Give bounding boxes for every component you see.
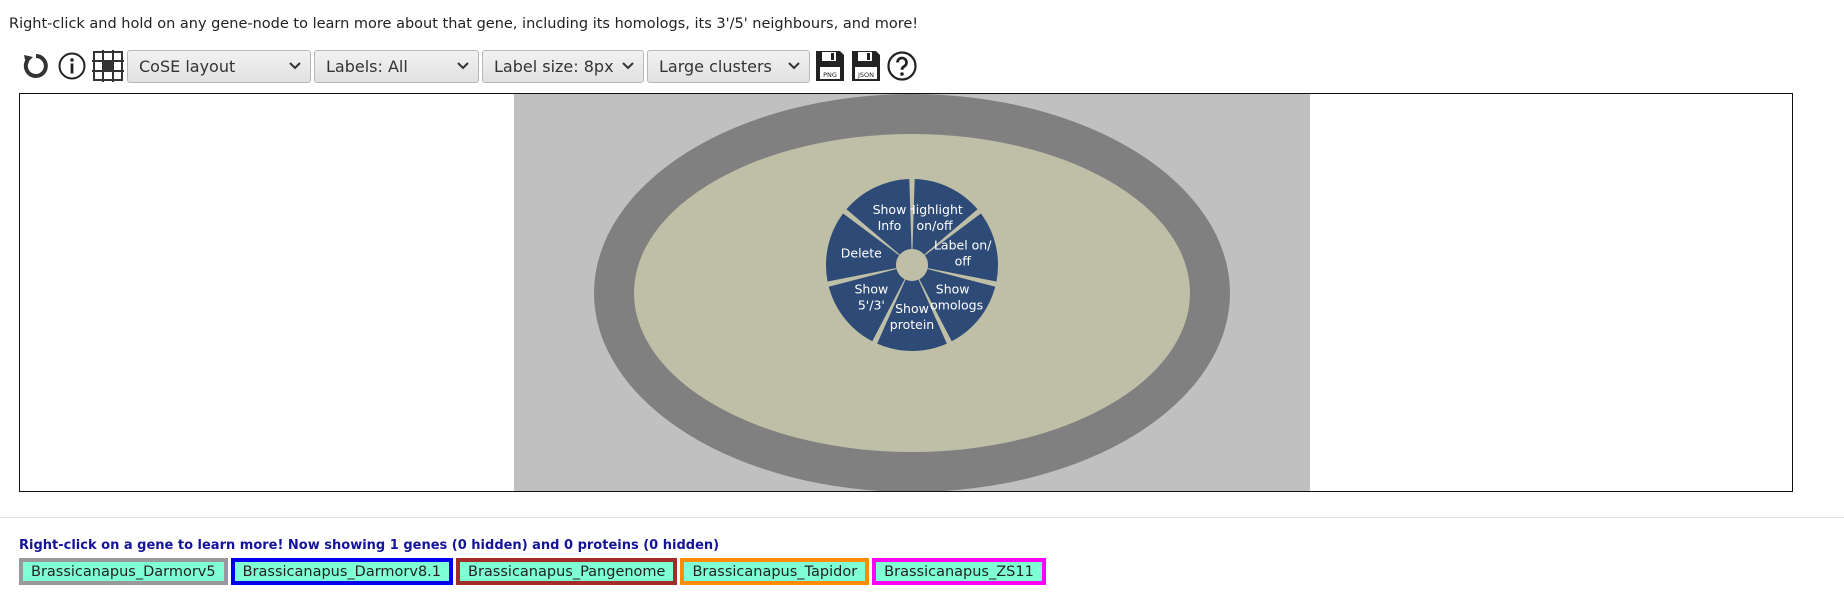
graph-canvas[interactable]: Highlight on/off Label on/off Show homologs S… xyxy=(19,93,1793,492)
png-label: PNG xyxy=(823,71,837,79)
save-png-button[interactable]: PNG xyxy=(813,49,847,83)
legend-chip[interactable]: Brassicanapus_Darmorv8.1 xyxy=(230,558,454,585)
json-label: JSON xyxy=(857,71,874,79)
info-icon[interactable] xyxy=(55,49,89,83)
menu-label-show-protein: protein xyxy=(890,317,934,332)
chevron-down-icon xyxy=(457,62,469,70)
menu-label-show-neighbours: Show xyxy=(854,281,888,296)
refresh-icon[interactable] xyxy=(19,49,53,83)
grid-icon[interactable] xyxy=(91,49,125,83)
menu-label-show-homologs: Show xyxy=(936,281,970,296)
floppy-disk-icon: PNG xyxy=(816,51,844,81)
legend-chip[interactable]: Brassicanapus_Pangenome xyxy=(456,558,678,585)
status-text: Right-click on a gene to learn more! Now… xyxy=(19,538,720,553)
chevron-down-icon xyxy=(289,62,301,70)
gene-network: Highlighton/offLabel on/offShowhomologsS… xyxy=(594,94,1230,491)
graph-stage: Highlight on/off Label on/off Show homologs S… xyxy=(514,94,1310,491)
menu-label-show-info: Show xyxy=(873,202,907,217)
menu-hub xyxy=(899,252,925,278)
clusters-select-value: Large clusters xyxy=(659,56,772,76)
species-legend: Brassicanapus_Darmorv5 Brassicanapus_Darm… xyxy=(19,558,1049,585)
chevron-down-icon xyxy=(622,62,634,70)
divider xyxy=(0,517,1844,518)
layout-select[interactable]: CoSE layout xyxy=(127,49,311,83)
labels-select-value: Labels: All xyxy=(326,56,408,76)
legend-chip[interactable]: Brassicanapus_Tapidor xyxy=(680,558,870,585)
menu-label-label: off xyxy=(955,253,972,268)
legend-chip[interactable]: Brassicanapus_ZS11 xyxy=(872,558,1046,585)
menu-label-show-neighbours: 5'/3' xyxy=(858,297,885,312)
menu-label-show-protein: Show xyxy=(895,301,929,316)
menu-label-highlight: Highlight xyxy=(906,202,963,217)
menu-label-label: Label on/ xyxy=(934,237,992,252)
context-menu: Highlighton/offLabel on/offShowhomologsS… xyxy=(826,179,998,352)
floppy-disk-icon: JSON xyxy=(852,51,880,81)
label-size-select[interactable]: Label size: 8px xyxy=(482,49,644,83)
help-icon[interactable] xyxy=(885,49,919,83)
chevron-down-icon xyxy=(788,62,800,70)
clusters-select[interactable]: Large clusters xyxy=(647,49,810,83)
menu-label-highlight: on/off xyxy=(917,218,953,233)
toolbar: CoSE layout Labels: All Label size: 8px … xyxy=(19,46,921,86)
layout-select-value: CoSE layout xyxy=(139,56,236,76)
labels-select[interactable]: Labels: All xyxy=(314,49,479,83)
instruction-text: Right-click and hold on any gene-node to… xyxy=(9,16,919,32)
label-size-select-value: Label size: 8px xyxy=(494,56,614,76)
menu-label-delete: Delete xyxy=(841,245,882,260)
menu-label-show-info: Info xyxy=(878,218,902,233)
legend-chip[interactable]: Brassicanapus_Darmorv5 xyxy=(19,558,228,585)
save-json-button[interactable]: JSON xyxy=(849,49,883,83)
